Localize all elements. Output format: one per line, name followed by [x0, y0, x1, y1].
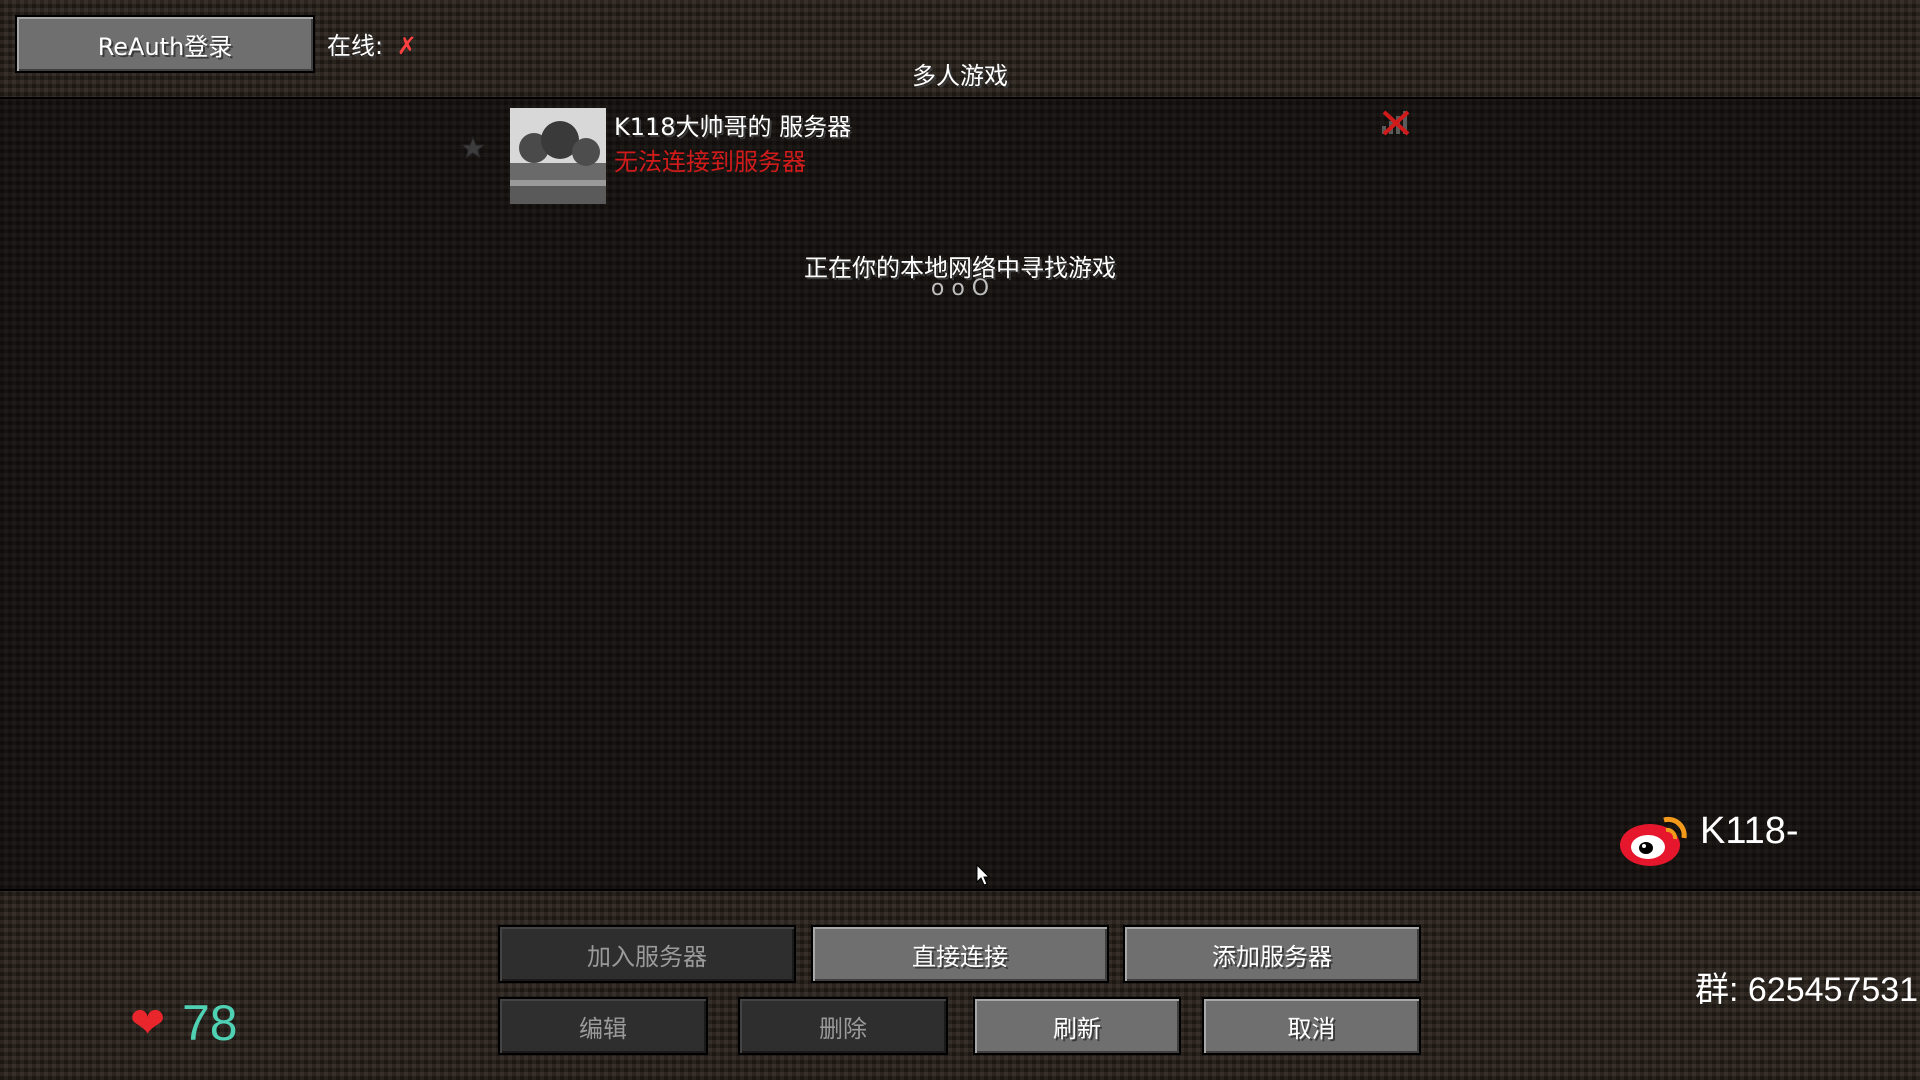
- weibo-icon: [1618, 808, 1692, 868]
- delete-button[interactable]: 删除: [738, 997, 948, 1055]
- server-list-area[interactable]: [0, 97, 1920, 891]
- server-status: 无法连接到服务器: [614, 148, 806, 176]
- like-count: 78: [182, 995, 238, 1051]
- page-title: 多人游戏: [912, 62, 1008, 90]
- add-server-button[interactable]: 添加服务器: [1123, 925, 1421, 983]
- refresh-label: 刷新: [1053, 1014, 1101, 1043]
- weibo-name: K118-: [1700, 810, 1799, 852]
- cancel-label: 取消: [1287, 1014, 1336, 1043]
- connection-failed-icon: [1380, 108, 1412, 136]
- lan-search-dots: o o O: [930, 276, 990, 301]
- cancel-button[interactable]: 取消: [1202, 997, 1421, 1055]
- delete-label: 删除: [819, 1014, 867, 1043]
- join-server-button[interactable]: 加入服务器: [498, 925, 796, 983]
- server-icon: [510, 108, 606, 204]
- join-server-label: 加入服务器: [587, 942, 707, 971]
- server-entry[interactable]: K118大帅哥的 服务器 无法连接到服务器: [460, 105, 1420, 205]
- mouse-cursor-icon: [976, 863, 991, 886]
- edit-label: 编辑: [579, 1014, 627, 1043]
- direct-connect-label: 直接连接: [912, 942, 1008, 971]
- star-icon[interactable]: [460, 135, 486, 161]
- heart-icon: ❤: [130, 998, 166, 1047]
- server-name: K118大帅哥的 服务器: [614, 113, 852, 141]
- edit-button[interactable]: 编辑: [498, 997, 708, 1055]
- add-server-label: 添加服务器: [1212, 942, 1332, 971]
- group-number: 群: 625457531: [1695, 971, 1919, 1009]
- refresh-button[interactable]: 刷新: [973, 997, 1181, 1055]
- direct-connect-button[interactable]: 直接连接: [811, 925, 1109, 983]
